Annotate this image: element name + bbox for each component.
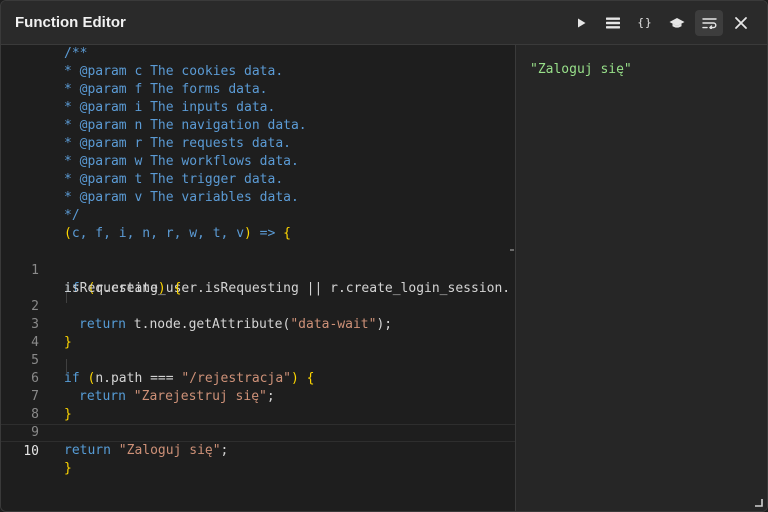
wrap-toggle-button[interactable] — [695, 9, 723, 36]
code-line-4: 4 — [1, 316, 515, 350]
code-line-10-current[interactable]: 10 — [1, 424, 515, 459]
code-line-2: 2 return t.node.getAttribute("data-wait"… — [1, 280, 515, 332]
list-button[interactable] — [599, 10, 627, 36]
header-line: * @param t The trigger data. — [64, 172, 284, 187]
header-line: * @param n The navigation data. — [64, 118, 307, 133]
learn-button[interactable] — [663, 10, 691, 36]
output-result: "Zaloguj się" — [530, 62, 632, 77]
header-line: * @param f The forms data. — [64, 82, 268, 97]
code-line-3: 3 } — [1, 298, 515, 350]
output-panel: "Zaloguj się" — [516, 45, 767, 511]
title-bar: Function Editor {} — [1, 1, 767, 45]
header-line: * @param i The inputs data. — [64, 100, 276, 115]
header-line: * @param c The cookies data. — [64, 64, 284, 79]
window-title: Function Editor — [15, 14, 126, 31]
function-editor-window: Function Editor {} /** * @param c The co… — [0, 0, 768, 512]
code-line-1: 1 if (r.create_user.isRequesting || r.cr… — [1, 244, 515, 296]
header-line: * @param v The variables data. — [64, 190, 299, 205]
code-line-6: 6 return "Zarejestruj się"; — [1, 352, 515, 404]
format-button[interactable]: {} — [631, 10, 659, 36]
graduation-cap-icon — [669, 17, 685, 28]
function-signature: (c, f, i, n, r, w, t, v) => { — [64, 226, 291, 241]
close-icon — [735, 16, 747, 29]
code-line-1-wrapped: isRequesting) { — [64, 281, 182, 296]
run-button[interactable] — [567, 10, 595, 36]
function-closing-brace: } — [64, 461, 72, 476]
close-button[interactable] — [727, 10, 755, 36]
header-line: */ — [64, 208, 80, 223]
list-icon — [606, 17, 620, 28]
code-line-9: 9 return "Zaloguj się"; — [1, 406, 515, 458]
resize-handle-icon[interactable] — [754, 498, 763, 507]
code-line-8: 8 — [1, 388, 515, 422]
code-line-5: 5 if (n.path === "/rejestracja") { — [1, 334, 515, 386]
braces-icon: {} — [637, 16, 653, 29]
play-icon — [578, 18, 586, 27]
toolbar: {} — [567, 9, 755, 36]
wrap-text-icon — [701, 17, 717, 29]
code-line-7: 7 } — [1, 370, 515, 422]
header-line: * @param r The requests data. — [64, 136, 291, 151]
header-line: /** — [64, 46, 88, 61]
code-editor[interactable]: /** * @param c The cookies data. * @para… — [1, 45, 516, 511]
header-line: * @param w The workflows data. — [64, 154, 299, 169]
content-area: /** * @param c The cookies data. * @para… — [1, 45, 767, 511]
